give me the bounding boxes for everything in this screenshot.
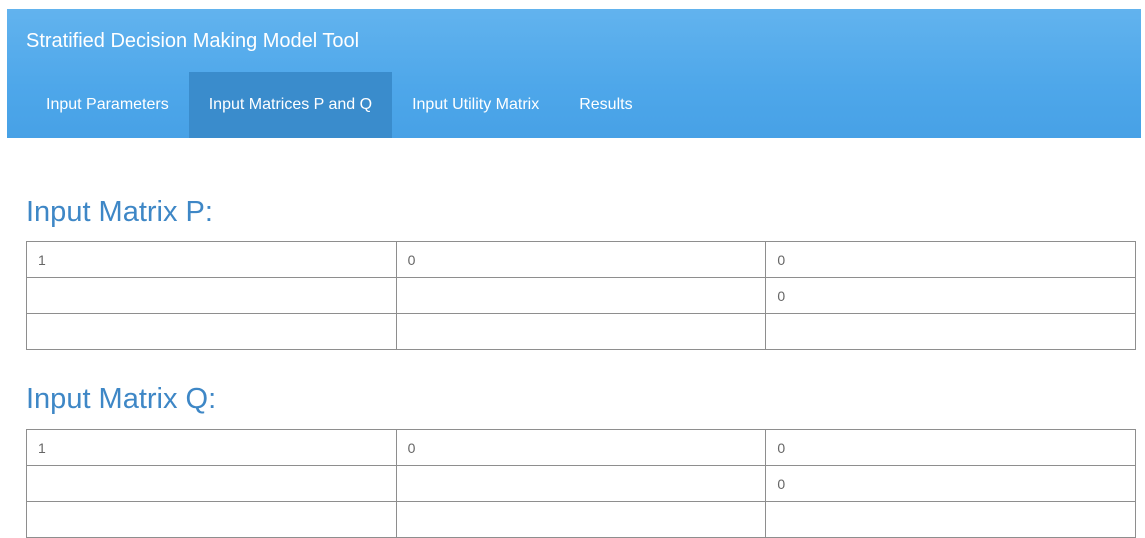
matrix-cell[interactable] (26, 277, 397, 314)
matrix-q-table (26, 429, 1136, 538)
tab-input-parameters[interactable]: Input Parameters (26, 72, 189, 138)
matrix-p-cell-input[interactable] (38, 251, 378, 268)
matrix-p-cell-input[interactable] (777, 251, 1118, 268)
matrix-cell[interactable] (395, 313, 767, 350)
matrix-cell[interactable] (26, 429, 397, 466)
table-row (26, 277, 1136, 314)
matrix-cell[interactable] (395, 501, 767, 538)
matrix-cell[interactable] (395, 277, 767, 314)
matrix-cell[interactable] (765, 313, 1136, 350)
matrix-q-cell-input[interactable] (38, 475, 378, 492)
matrix-cell[interactable] (26, 501, 397, 538)
tab-results[interactable]: Results (559, 72, 652, 138)
matrix-cell[interactable] (395, 429, 767, 466)
matrix-p-cell-input[interactable] (777, 323, 1118, 340)
table-row (26, 465, 1136, 502)
matrix-cell[interactable] (765, 501, 1136, 538)
matrix-q-cell-input[interactable] (777, 439, 1118, 456)
tab-input-utility-matrix[interactable]: Input Utility Matrix (392, 72, 559, 138)
matrix-cell[interactable] (26, 241, 397, 278)
app-title[interactable]: Stratified Decision Making Model Tool (26, 29, 359, 53)
table-row (26, 241, 1136, 278)
table-row (26, 501, 1136, 538)
matrix-q-cell-input[interactable] (777, 511, 1118, 528)
matrix-cell[interactable] (765, 465, 1136, 502)
matrix-cell[interactable] (765, 429, 1136, 466)
matrix-q-cell-input[interactable] (407, 439, 748, 456)
matrix-p-cell-input[interactable] (777, 287, 1118, 304)
matrix-p-cell-input[interactable] (38, 287, 378, 304)
matrix-q-cell-input[interactable] (407, 475, 748, 492)
matrix-cell[interactable] (26, 313, 397, 350)
matrix-cell[interactable] (395, 241, 767, 278)
matrix-q-cell-input[interactable] (777, 475, 1118, 492)
matrix-cell[interactable] (765, 277, 1136, 314)
matrix-p-cell-input[interactable] (38, 323, 378, 340)
matrix-p-cell-input[interactable] (407, 251, 748, 268)
matrix-cell[interactable] (26, 465, 397, 502)
table-row (26, 429, 1136, 466)
matrix-q-title: Input Matrix Q: (26, 383, 217, 415)
matrix-p-title: Input Matrix P: (26, 196, 213, 228)
nav-tabs: Input Parameters Input Matrices P and Q … (26, 72, 653, 138)
navbar: Stratified Decision Making Model Tool In… (7, 9, 1141, 138)
matrix-q-cell-input[interactable] (38, 439, 378, 456)
matrix-cell[interactable] (765, 241, 1136, 278)
matrix-q-cell-input[interactable] (38, 511, 378, 528)
matrix-p-cell-input[interactable] (407, 323, 748, 340)
matrix-q-cell-input[interactable] (407, 511, 748, 528)
tab-input-matrices[interactable]: Input Matrices P and Q (188, 72, 393, 138)
matrix-p-table (26, 241, 1136, 350)
matrix-cell[interactable] (395, 465, 767, 502)
table-row (26, 313, 1136, 350)
matrix-p-cell-input[interactable] (407, 287, 748, 304)
